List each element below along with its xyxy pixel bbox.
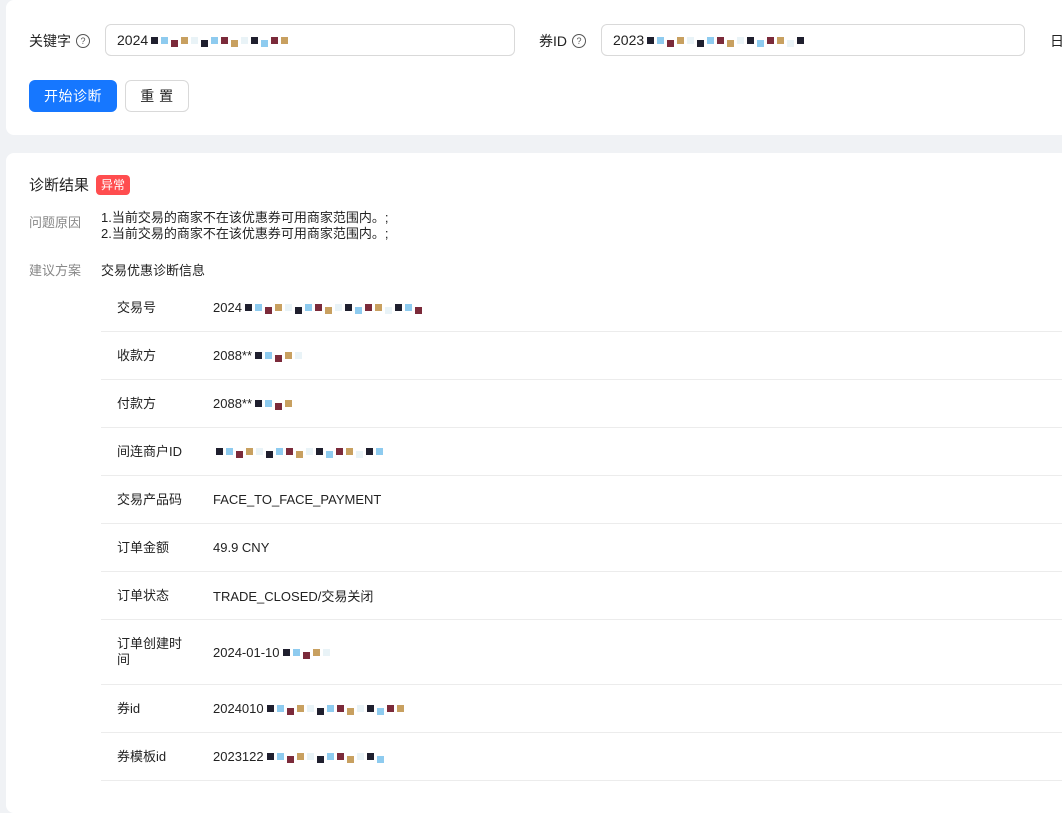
row-label: 券id [117,700,141,716]
result-title: 诊断结果 [29,177,90,194]
row-label: 订单创建时间 [117,636,183,667]
row-value: 49.9 CNY [213,540,270,555]
redacted-block [647,34,805,47]
table-row: 交易产品码 FACE_TO_FACE_PAYMENT [101,476,1062,524]
start-diagnosis-button[interactable]: 开始诊断 [29,80,117,112]
row-value: FACE_TO_FACE_PAYMENT [213,492,382,507]
coupon-label-group: 券ID ? [539,31,586,51]
table-row: 付款方 2088** [101,380,1062,428]
table-row: 收款方 2088** [101,332,1062,380]
table-row: 订单创建时间 2024-01-10 [101,620,1062,685]
row-value: TRADE_CLOSED/交易关闭 [213,589,374,604]
row-label: 间连商户ID [117,443,183,459]
redacted-block [255,397,293,410]
date-label: 日 [1050,31,1062,51]
help-icon[interactable]: ? [572,34,586,48]
row-label: 订单状态 [117,587,170,603]
suggest-label: 建议方案 [29,263,82,278]
row-value: 2024010 [213,701,404,716]
row-value: 2024-01-10 [213,645,330,660]
row-value: 2088** [213,396,293,411]
coupon-input-value: 2023 [613,32,645,48]
diagnosis-result-card: 诊断结果 异常 问题原因 1.当前交易的商家不在该优惠券可用商家范围内。; 2.… [6,153,1062,813]
date-label-text: 日 [1050,33,1062,49]
row-value: 2023122 [213,749,384,764]
row-label: 收款方 [117,347,157,363]
redacted-block [151,34,289,47]
reason-item: 1.当前交易的商家不在该优惠券可用商家范围内。; [101,210,389,225]
keyword-label: 关键字 [29,33,71,49]
redacted-block [216,445,383,458]
row-label: 订单金额 [117,539,170,555]
reset-button[interactable]: 重 置 [125,80,189,112]
row-label: 券模板id [117,748,167,764]
help-icon[interactable]: ? [76,34,90,48]
coupon-label: 券ID [539,33,567,49]
table-row: 订单金额 49.9 CNY [101,524,1062,572]
row-value: 2088** [213,348,303,363]
table-row: 订单状态 TRADE_CLOSED/交易关闭 [101,572,1062,620]
table-row: 交易号 2024 [101,284,1062,332]
reason-item: 2.当前交易的商家不在该优惠券可用商家范围内。; [101,226,389,241]
row-value: 2024 [213,300,422,315]
reason-list: 1.当前交易的商家不在该优惠券可用商家范围内。; 2.当前交易的商家不在该优惠券… [101,210,388,242]
row-label: 交易号 [117,299,157,315]
search-form-card: 关键字 ? 2024 券ID ? 2023 日 开始诊断 重 置 [6,0,1062,135]
redacted-block [282,646,330,659]
diagnosis-info-table: 交易号 2024 收款方 2088** 付款方 2088** 间连商户ID 交易… [101,284,1062,781]
keyword-label-group: 关键字 ? [29,31,90,51]
row-label: 交易产品码 [117,491,183,507]
keyword-input-value: 2024 [117,32,149,48]
keyword-input[interactable]: 2024 [105,24,515,56]
redacted-block [266,750,384,763]
redacted-block [266,702,404,715]
suggest-title: 交易优惠诊断信息 [101,263,206,278]
table-row: 券id 2024010 [101,685,1062,733]
redacted-block [244,301,422,314]
row-label: 付款方 [117,395,157,411]
table-row: 券模板id 2023122 [101,733,1062,781]
result-header: 诊断结果 异常 [29,174,131,195]
reason-label: 问题原因 [29,215,82,230]
redacted-block [255,349,303,362]
table-row: 间连商户ID [101,428,1062,476]
status-badge: 异常 [96,174,131,195]
row-value [213,445,383,458]
coupon-id-input[interactable]: 2023 [601,24,1025,56]
